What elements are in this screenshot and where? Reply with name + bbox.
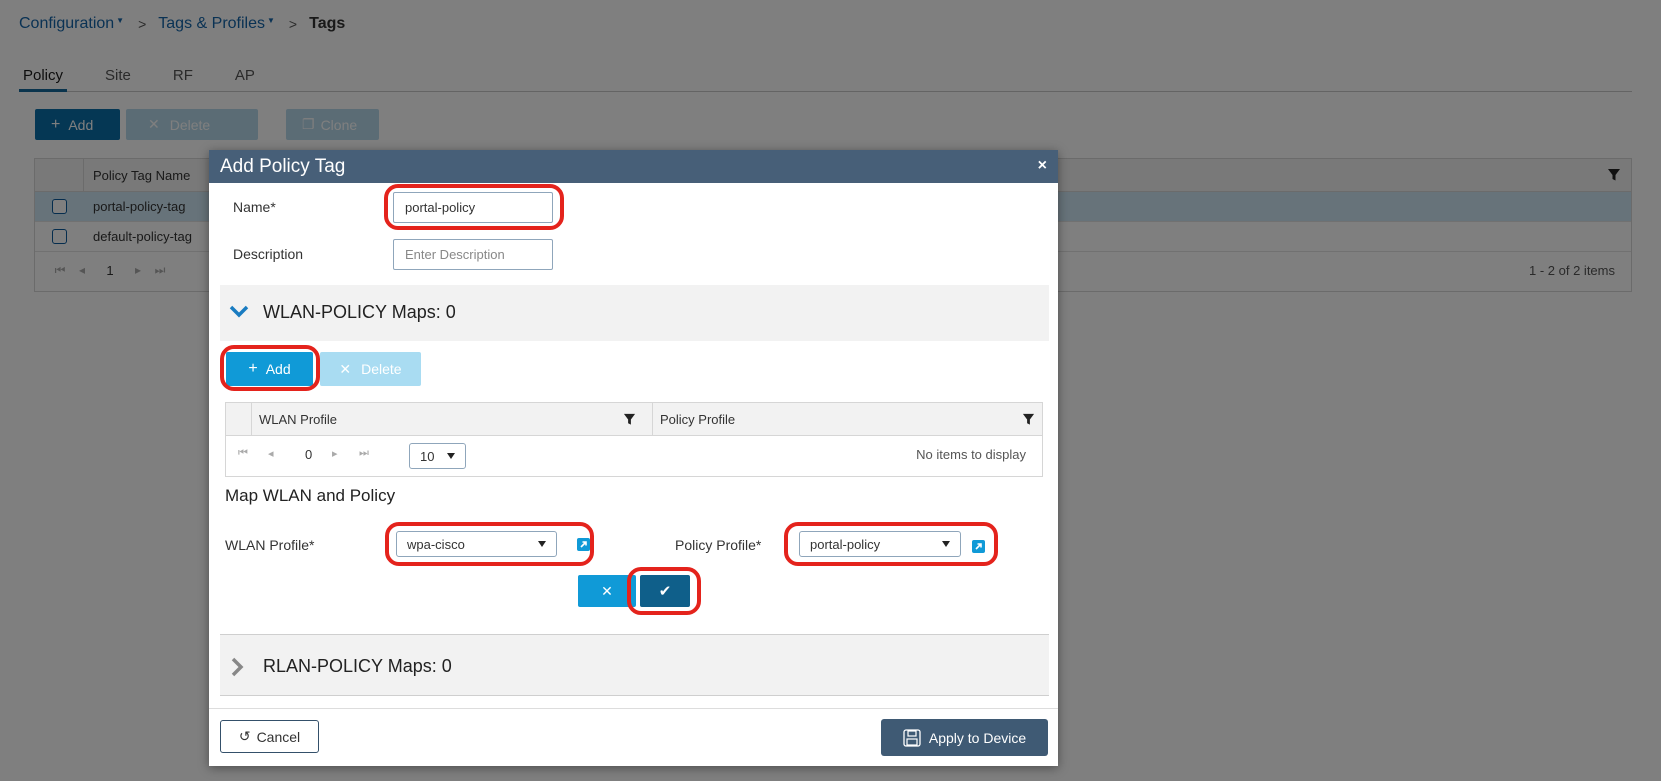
- map-wlan-policy-heading: Map WLAN and Policy: [225, 486, 396, 505]
- column-divider: [652, 403, 653, 436]
- table-header: WLAN Profile Policy Profile: [226, 403, 1042, 436]
- apply-to-device-button[interactable]: Apply to Device: [881, 719, 1048, 756]
- add-policy-tag-dialog: Add Policy Tag × Name* portal-policy Des…: [209, 150, 1058, 766]
- filter-icon[interactable]: [1022, 413, 1035, 426]
- first-page-icon[interactable]: ⏮: [238, 447, 248, 460]
- wlan-policy-section-header[interactable]: WLAN-POLICY Maps: 0: [220, 285, 1049, 341]
- plus-icon: +: [248, 360, 258, 377]
- description-field[interactable]: Enter Description: [393, 239, 553, 270]
- cancel-button[interactable]: ↺ Cancel: [220, 720, 319, 753]
- rlan-policy-section-title: RLAN-POLICY Maps: 0: [263, 656, 452, 676]
- prev-page-icon[interactable]: ◂: [268, 447, 274, 460]
- cancel-label: Cancel: [256, 728, 301, 745]
- description-label: Description: [233, 246, 304, 262]
- no-items-message: No items to display: [916, 447, 1026, 462]
- policy-profile-value: portal-policy: [810, 536, 881, 552]
- table-pager: ⏮ ◂ 0 ▸ ⏭ 10 No items to display: [226, 436, 1042, 476]
- delete-mapping-button[interactable]: ✕ Delete: [320, 352, 421, 386]
- caret-down-icon: [942, 541, 950, 547]
- filter-icon[interactable]: [623, 413, 636, 426]
- page-size-select[interactable]: 10: [409, 443, 466, 469]
- name-label: Name*: [233, 199, 276, 215]
- chevron-right-icon[interactable]: [230, 657, 244, 677]
- column-divider: [251, 403, 252, 436]
- external-link-icon[interactable]: [972, 540, 985, 553]
- policy-profile-label: Policy Profile*: [675, 537, 762, 553]
- wlan-policy-table: WLAN Profile Policy Profile ⏮ ◂ 0 ▸ ⏭ 10…: [225, 402, 1043, 477]
- wlan-profile-select[interactable]: wpa-cisco: [396, 531, 557, 557]
- undo-icon: ↺: [238, 728, 251, 744]
- close-icon: ✕: [601, 582, 613, 599]
- dialog-footer: ↺ Cancel Apply to Device: [209, 708, 1058, 766]
- next-page-icon[interactable]: ▸: [332, 447, 338, 460]
- close-icon[interactable]: ×: [1038, 157, 1047, 175]
- apply-label: Apply to Device: [928, 729, 1027, 746]
- page-number[interactable]: 0: [305, 447, 312, 462]
- wlan-policy-section-title: WLAN-POLICY Maps: 0: [263, 302, 456, 322]
- caret-down-icon: [538, 541, 546, 547]
- delete-label: Delete: [361, 361, 402, 377]
- dialog-header: Add Policy Tag ×: [209, 150, 1058, 183]
- column-header-policy-profile[interactable]: Policy Profile: [660, 412, 735, 427]
- add-label: Add: [265, 361, 291, 377]
- external-link-icon[interactable]: [577, 538, 590, 551]
- cancel-mapping-button[interactable]: ✕: [578, 575, 636, 607]
- save-icon: [903, 728, 921, 747]
- add-mapping-button[interactable]: + Add: [226, 352, 313, 386]
- page-size-value: 10: [420, 448, 435, 464]
- check-icon: ✔: [658, 583, 672, 600]
- column-header-wlan-profile[interactable]: WLAN Profile: [259, 412, 337, 427]
- wlan-profile-label: WLAN Profile*: [225, 537, 315, 553]
- name-field[interactable]: portal-policy: [393, 192, 553, 223]
- close-icon: ✕: [339, 360, 352, 377]
- dialog-title: Add Policy Tag: [220, 155, 346, 177]
- rlan-policy-section-header[interactable]: RLAN-POLICY Maps: 0: [220, 634, 1049, 696]
- last-page-icon[interactable]: ⏭: [359, 447, 369, 460]
- caret-down-icon: [447, 453, 455, 459]
- wlan-profile-value: wpa-cisco: [407, 536, 465, 552]
- policy-profile-select[interactable]: portal-policy: [799, 531, 961, 557]
- chevron-down-icon[interactable]: [229, 305, 249, 319]
- confirm-mapping-button[interactable]: ✔: [640, 575, 690, 607]
